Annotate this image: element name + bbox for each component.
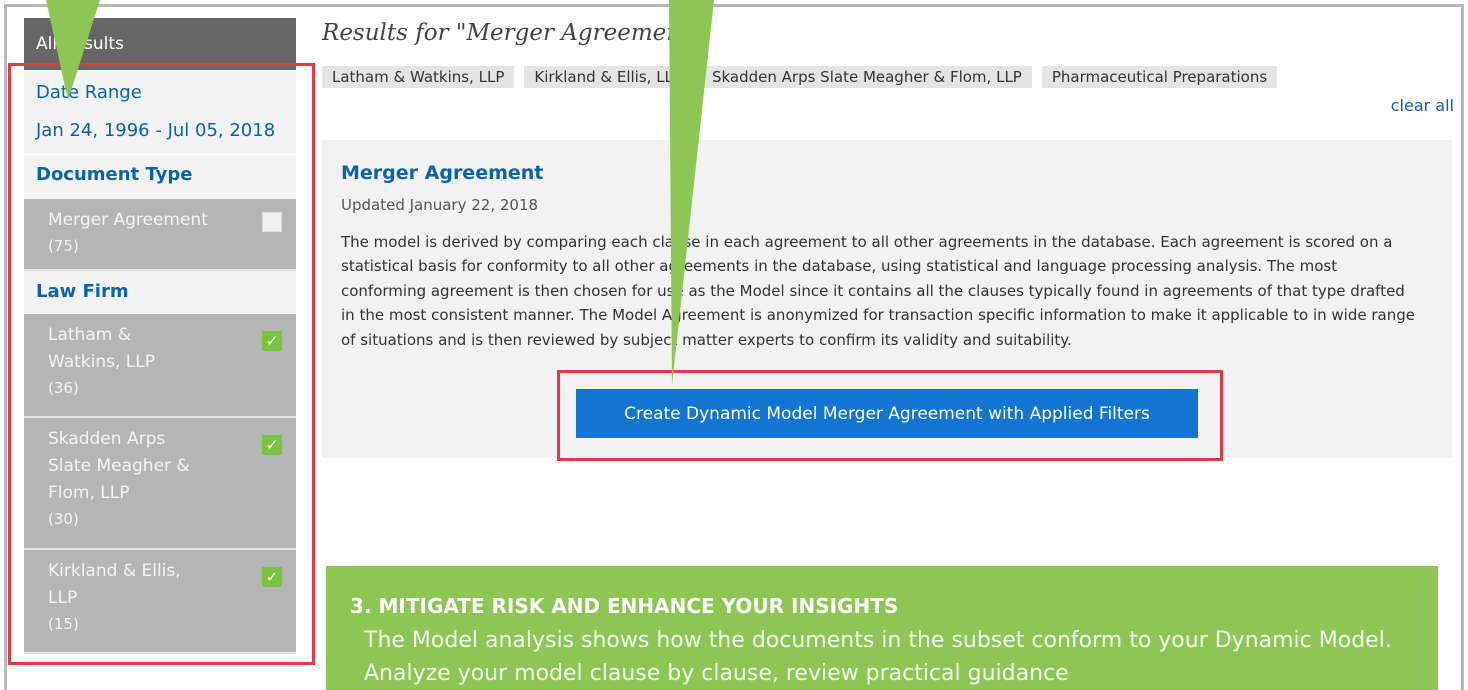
pointer-arrows — [46, 0, 714, 385]
green-arrow-icon — [46, 0, 100, 100]
green-arrow-icon — [669, 0, 714, 385]
